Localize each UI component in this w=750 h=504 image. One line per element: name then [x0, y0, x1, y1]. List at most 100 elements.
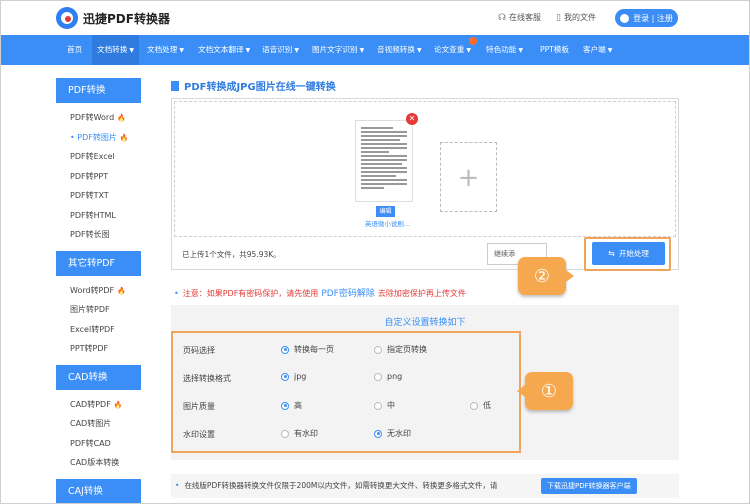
setting-label-format: 选择转换格式 — [183, 374, 231, 383]
upload-summary: 已上传1个文件，共95.93K。 — [182, 250, 281, 259]
fire-icon: 🔥 — [117, 114, 126, 122]
sidebar: PDF转换 PDF转Word 🔥 • PDF转图片 🔥 PDF转Excel PDF转… — [56, 78, 141, 503]
nav-speech-recognition[interactable]: 语音识别 ▼ — [262, 35, 299, 65]
sidebar-section-other-to-pdf: 其它转PDF — [56, 250, 141, 276]
highlight-box-1 — [171, 331, 521, 453]
pdf-password-remove-link[interactable]: PDF密码解除 — [321, 289, 375, 299]
logo-text: 迅捷PDF转换器 — [83, 11, 170, 26]
add-file-button[interactable]: + — [440, 142, 497, 212]
nav-home[interactable]: 首页 — [61, 35, 88, 65]
settings-title: 自定义设置转换如下 — [384, 318, 466, 328]
nav-doc-translate[interactable]: 文档文本翻译 ▼ — [198, 35, 250, 65]
fire-icon: 🔥 — [113, 400, 123, 409]
radio-all-pages[interactable]: 转换每一页 — [281, 344, 334, 355]
delete-file-icon[interactable]: ✕ — [406, 113, 418, 125]
login-register-button[interactable]: 登录 | 注册 — [615, 9, 678, 27]
sidebar-item-cad-to-pdf[interactable]: CAD转PDF 🔥 — [56, 395, 141, 415]
nav-client[interactable]: 客户端 ▼ — [583, 35, 612, 65]
setting-label-quality: 图片质量 — [183, 402, 215, 411]
radio-icon — [374, 429, 382, 438]
upload-area: ✕ 编辑 英语微小说剧... + 已上传1个文件，共95.93K。 继续添 ⇆ 开… — [171, 98, 679, 295]
my-files-link[interactable]: ▯ 我的文件 — [556, 12, 596, 23]
radio-quality-low[interactable]: 低 — [470, 400, 491, 411]
chevron-down-icon: ▼ — [129, 47, 134, 54]
sidebar-item-pdf-to-image[interactable]: • PDF转图片 🔥 — [56, 128, 141, 148]
sidebar-item-pdf-to-ppt[interactable]: PDF转PPT — [56, 167, 141, 187]
chevron-down-icon: ▼ — [245, 47, 251, 54]
callout-step-2: ② — [518, 257, 574, 295]
sidebar-item-excel-to-pdf[interactable]: Excel转PDF — [56, 320, 141, 340]
nav-paper-check[interactable]: 论文查重 ▼ — [434, 35, 471, 65]
chevron-down-icon: ▼ — [359, 47, 365, 54]
fire-icon: 🔥 — [117, 286, 126, 295]
sidebar-item-ppt-to-pdf[interactable]: PPT转PDF — [56, 339, 141, 359]
chevron-down-icon: ▼ — [518, 47, 523, 54]
radio-icon — [281, 372, 289, 381]
nav-av-convert[interactable]: 音视频转换 ▼ — [377, 35, 422, 65]
sidebar-item-pdf-to-html[interactable]: PDF转HTML — [56, 206, 141, 226]
radio-icon — [374, 401, 382, 410]
radio-jpg[interactable]: jpg — [281, 372, 306, 381]
radio-specific-pages[interactable]: 指定页转换 — [374, 344, 427, 355]
chevron-down-icon: ▼ — [466, 47, 471, 54]
callout-step-1: ① — [517, 372, 573, 410]
sidebar-item-pdf-to-word[interactable]: PDF转Word 🔥 — [56, 108, 141, 128]
sidebar-item-pdf-to-cad[interactable]: PDF转CAD — [56, 434, 141, 454]
page-frame: 迅捷PDF转换器 ☊ 在线客服 ▯ 我的文件 登录 | 注册 首页 文档转换 ▼ … — [0, 0, 750, 504]
sidebar-item-pdf-to-excel[interactable]: PDF转Excel — [56, 147, 141, 167]
chevron-down-icon: ▼ — [294, 47, 299, 54]
radio-icon — [281, 429, 289, 438]
setting-label-watermark: 水印设置 — [183, 430, 215, 439]
radio-png[interactable]: png — [374, 372, 402, 381]
radio-icon — [470, 401, 478, 410]
page-title: PDF转换成JPG图片在线一键转换 — [171, 78, 336, 93]
nav-ppt-templates[interactable]: PPT模板 — [540, 35, 569, 65]
radio-icon — [281, 345, 289, 354]
chevron-down-icon: ▼ — [416, 47, 422, 54]
online-service-link[interactable]: ☊ 在线客服 — [498, 12, 541, 23]
download-client-button[interactable]: 下载迅捷PDF转换器客户端 — [541, 478, 637, 494]
chevron-down-icon: ▼ — [607, 47, 613, 54]
logo[interactable]: 迅捷PDF转换器 — [56, 7, 170, 29]
file-icon: ▯ — [556, 12, 561, 23]
radio-quality-medium[interactable]: 中 — [374, 400, 395, 411]
sidebar-section-cad-convert: CAD转换 — [56, 364, 141, 390]
nav-ocr[interactable]: 图片文字识别 ▼ — [312, 35, 364, 65]
drop-zone[interactable]: ✕ 编辑 英语微小说剧... + — [174, 101, 676, 237]
nav-doc-process[interactable]: 文档处理 ▼ — [147, 35, 184, 65]
user-icon — [620, 13, 630, 23]
sidebar-item-cad-to-image[interactable]: CAD转图片 — [56, 414, 141, 434]
headset-icon: ☊ — [498, 12, 506, 23]
size-limit-note: • 在线版PDF转换器转换文件仅限于200M以内文件，如需转换更大文件、转换更多格… — [171, 474, 679, 498]
sidebar-section-pdf-convert: PDF转换 — [56, 78, 141, 103]
main-nav: 首页 文档转换 ▼ 文档处理 ▼ 文档文本翻译 ▼ 语音识别 ▼ 图片文字识别 ▼ 音视频… — [1, 35, 749, 65]
convert-icon: ⇆ — [608, 249, 615, 258]
sidebar-item-pdf-to-txt[interactable]: PDF转TXT — [56, 186, 141, 206]
radio-icon — [374, 372, 382, 381]
sidebar-section-caj-convert: CAJ转换 — [56, 478, 141, 503]
top-bar: 迅捷PDF转换器 ☊ 在线客服 ▯ 我的文件 登录 | 注册 — [1, 1, 749, 35]
chevron-down-icon: ▼ — [179, 47, 184, 54]
sidebar-item-cad-version[interactable]: CAD版本转换 — [56, 453, 141, 473]
radio-no-watermark[interactable]: 无水印 — [374, 428, 411, 439]
fire-icon: 🔥 — [119, 133, 129, 142]
start-process-button[interactable]: ⇆ 开始处理 — [592, 242, 665, 265]
radio-icon — [281, 401, 289, 410]
radio-with-watermark[interactable]: 有水印 — [281, 428, 318, 439]
new-badge — [469, 37, 477, 45]
edit-file-button[interactable]: 编辑 — [376, 206, 395, 217]
sidebar-item-word-to-pdf[interactable]: Word转PDF 🔥 — [56, 281, 141, 301]
radio-icon — [374, 345, 382, 354]
password-notice: • 注意：如果PDF有密码保护，请先使用 PDF密码解除 去除加密保护再上传文件 — [174, 289, 466, 299]
logo-icon — [56, 7, 78, 29]
nav-doc-convert[interactable]: 文档转换 ▼ — [92, 35, 139, 65]
file-thumbnail[interactable] — [355, 120, 413, 202]
nav-features[interactable]: 特色功能 ▼ — [486, 35, 523, 65]
sidebar-item-image-to-pdf[interactable]: 图片转PDF — [56, 300, 141, 320]
sidebar-item-pdf-to-long-image[interactable]: PDF转长图 — [56, 225, 141, 245]
radio-quality-high[interactable]: 高 — [281, 400, 302, 411]
plus-icon: + — [457, 163, 480, 193]
document-icon — [171, 81, 179, 91]
setting-label-pages: 页码选择 — [183, 346, 215, 355]
file-name: 英语微小说剧... — [364, 220, 411, 228]
